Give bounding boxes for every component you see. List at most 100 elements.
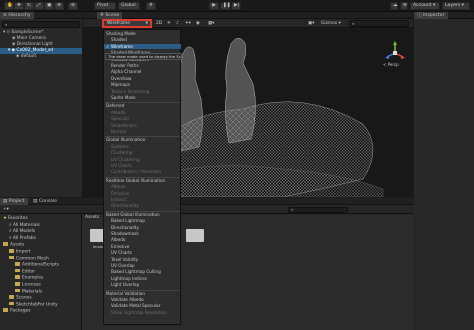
2d-toggle[interactable]: 2D <box>156 20 164 27</box>
menu-item[interactable]: Texel Validity <box>104 257 181 262</box>
project-tree-item[interactable]: AdditionalScripts <box>0 262 80 268</box>
breadcrumb[interactable]: Assets <box>85 215 99 221</box>
tab-scene[interactable]: # Scene <box>97 12 123 19</box>
project-search-input[interactable]: ⌕ <box>288 207 348 213</box>
project-tree-item[interactable]: Examples <box>0 275 80 281</box>
menu-item[interactable]: Alpha Channel <box>104 69 181 74</box>
pause-button[interactable]: ❚❚ <box>220 2 231 10</box>
draw-mode-menu: Shading ModeShaded✓ WireframeShaded Wire… <box>103 29 181 325</box>
menu-item-label: Clustering <box>111 150 133 156</box>
hand-icon: ✋ <box>7 3 13 8</box>
menu-item[interactable]: Validate Metal Specular <box>104 303 181 308</box>
project-tree-item[interactable]: Assets <box>0 242 80 248</box>
hierarchy-row-default[interactable]: ◈ default <box>0 54 82 60</box>
account-label: Account <box>413 3 432 8</box>
menu-item-label: Baked Lightmap Culling <box>111 269 161 275</box>
menu-item[interactable]: Shaded <box>104 37 181 42</box>
project-tree-item[interactable]: ⌕ All Prefabs <box>0 236 80 242</box>
project-tree-item[interactable]: Scenes <box>0 295 80 301</box>
account-dropdown[interactable]: Account ▾ <box>410 2 440 10</box>
tree-item-label: All Materials <box>12 222 40 228</box>
pivot-toggle[interactable]: Pivot <box>94 2 116 10</box>
menu-item-label: Directionality <box>111 203 139 209</box>
project-tree-item[interactable]: ⌕ All Materials <box>0 223 80 229</box>
menu-item[interactable]: Sprite Mask <box>104 95 181 100</box>
asset-folder[interactable] <box>184 229 206 255</box>
light-label: Directional Light <box>16 42 53 47</box>
menu-item: Specular <box>104 116 181 121</box>
hidden-objects-toggle[interactable]: ◉ <box>196 20 206 27</box>
services-button[interactable]: ⚙ <box>400 2 408 10</box>
menu-item[interactable]: Baked Lightmap Culling <box>104 269 181 274</box>
tree-item-label: Favorites <box>7 216 28 221</box>
rect-tool-button[interactable]: ▣ <box>44 2 54 10</box>
lighting-toggle[interactable]: ☀ <box>167 20 175 27</box>
layers-dropdown[interactable]: Layers ▾ <box>442 2 470 10</box>
persp-label[interactable]: < Persp <box>383 62 399 67</box>
folder-icon <box>3 308 8 312</box>
scale-tool-button[interactable]: ⤢ <box>34 2 44 10</box>
menu-item[interactable]: Render Paths <box>104 63 181 68</box>
menu-item-label: Contributors / Receivers <box>111 169 162 175</box>
menu-item-label: Normal <box>111 129 127 134</box>
menu-item[interactable]: Albedo <box>104 237 181 242</box>
menu-item-label: Smoothness <box>111 122 137 128</box>
gizmos-dropdown[interactable]: Gizmos ▾ <box>321 20 345 27</box>
hierarchy-tabbar: ≡ Hierarchy <box>0 12 82 19</box>
inspector-tab-label: Inspector <box>423 13 445 18</box>
tree-item-label: Examples <box>22 275 44 281</box>
project-toolbar: +▾ ⌕ <box>0 206 414 214</box>
scene-camera-button[interactable]: ▣▾ <box>308 20 318 27</box>
project-tree-item[interactable]: Import <box>0 249 80 255</box>
tree-item-label: SketchfabFor Unity <box>16 302 58 308</box>
tab-inspector[interactable]: ⓘ Inspector <box>414 12 448 19</box>
menu-item: Smoothness <box>104 123 181 128</box>
menu-item[interactable]: Baked Lightmap <box>104 218 181 223</box>
collab-button[interactable]: ☁ <box>390 2 398 10</box>
custom-tool-button[interactable]: ⚙ <box>68 2 78 10</box>
menu-item[interactable]: Light Overlap <box>104 282 181 287</box>
tab-project[interactable]: ▤ Project <box>0 198 28 205</box>
menu-item: Contributors / Receivers <box>104 169 181 174</box>
light-icon: ☀ <box>167 21 171 26</box>
hierarchy-search-input[interactable]: ⌕ <box>2 21 80 28</box>
hand-tool-button[interactable]: ✋ <box>4 2 14 10</box>
audio-toggle[interactable]: ♪ <box>176 20 184 27</box>
tab-console[interactable]: ▤ Console <box>30 198 60 205</box>
draw-mode-dropdown[interactable]: Wireframe ▾ <box>103 20 151 27</box>
grid-snap-button[interactable]: # <box>146 2 156 10</box>
project-tree-item[interactable]: ★Favorites <box>0 216 80 222</box>
menu-item[interactable]: Lightmap Indices <box>104 276 181 281</box>
project-tree-item[interactable]: Materials <box>0 288 80 295</box>
menu-item-label: Baked Lightmap <box>111 218 146 224</box>
menu-item[interactable]: UV Overlap <box>104 263 181 268</box>
project-tree-item[interactable]: Editor <box>0 268 80 275</box>
project-tree-item[interactable]: Licenses <box>0 282 80 288</box>
menu-item[interactable]: Emissive <box>104 244 181 249</box>
rotate-tool-button[interactable]: ↻ <box>24 2 34 10</box>
menu-item[interactable]: ✓ Wireframe <box>104 43 181 49</box>
menu-item-label: Lightmap Indices <box>111 275 147 281</box>
project-tree-item[interactable]: ⌕ All Models <box>0 229 80 235</box>
hierarchy-panel: ≡ Hierarchy ⌕ ▾ ◇ SampleScene* ◈ Main Ca… <box>0 12 82 197</box>
menu-item[interactable]: Directionality <box>104 225 181 230</box>
effects-toggle[interactable]: ✦▾ <box>185 20 195 27</box>
menu-item[interactable]: Shadowmask <box>104 231 181 236</box>
global-toggle[interactable]: Global <box>118 2 140 10</box>
scene-search-input[interactable]: ⌕ <box>349 20 409 27</box>
project-tree-item[interactable]: Common Mesh <box>0 255 80 262</box>
project-tree-item[interactable]: SketchfabFor Unity <box>0 301 80 308</box>
menu-item[interactable]: Overdraw <box>104 76 181 81</box>
step-button[interactable]: ▶| <box>231 2 241 10</box>
project-tree-item[interactable]: Packages <box>0 308 80 314</box>
grid-toggle[interactable]: ▦▾ <box>208 20 218 27</box>
create-button[interactable]: +▾ <box>3 207 13 213</box>
pause-icon: ❚❚ <box>223 3 231 8</box>
transform-tool-button[interactable]: ⊕ <box>54 2 64 10</box>
move-tool-button[interactable]: ✥ <box>14 2 24 10</box>
play-button[interactable]: ▶ <box>209 2 219 10</box>
tab-hierarchy[interactable]: ≡ Hierarchy <box>0 12 34 19</box>
menu-item[interactable]: Validate Albedo <box>104 297 181 302</box>
menu-item[interactable]: Mipmaps <box>104 82 181 87</box>
menu-item[interactable]: UV Charts <box>104 250 181 255</box>
